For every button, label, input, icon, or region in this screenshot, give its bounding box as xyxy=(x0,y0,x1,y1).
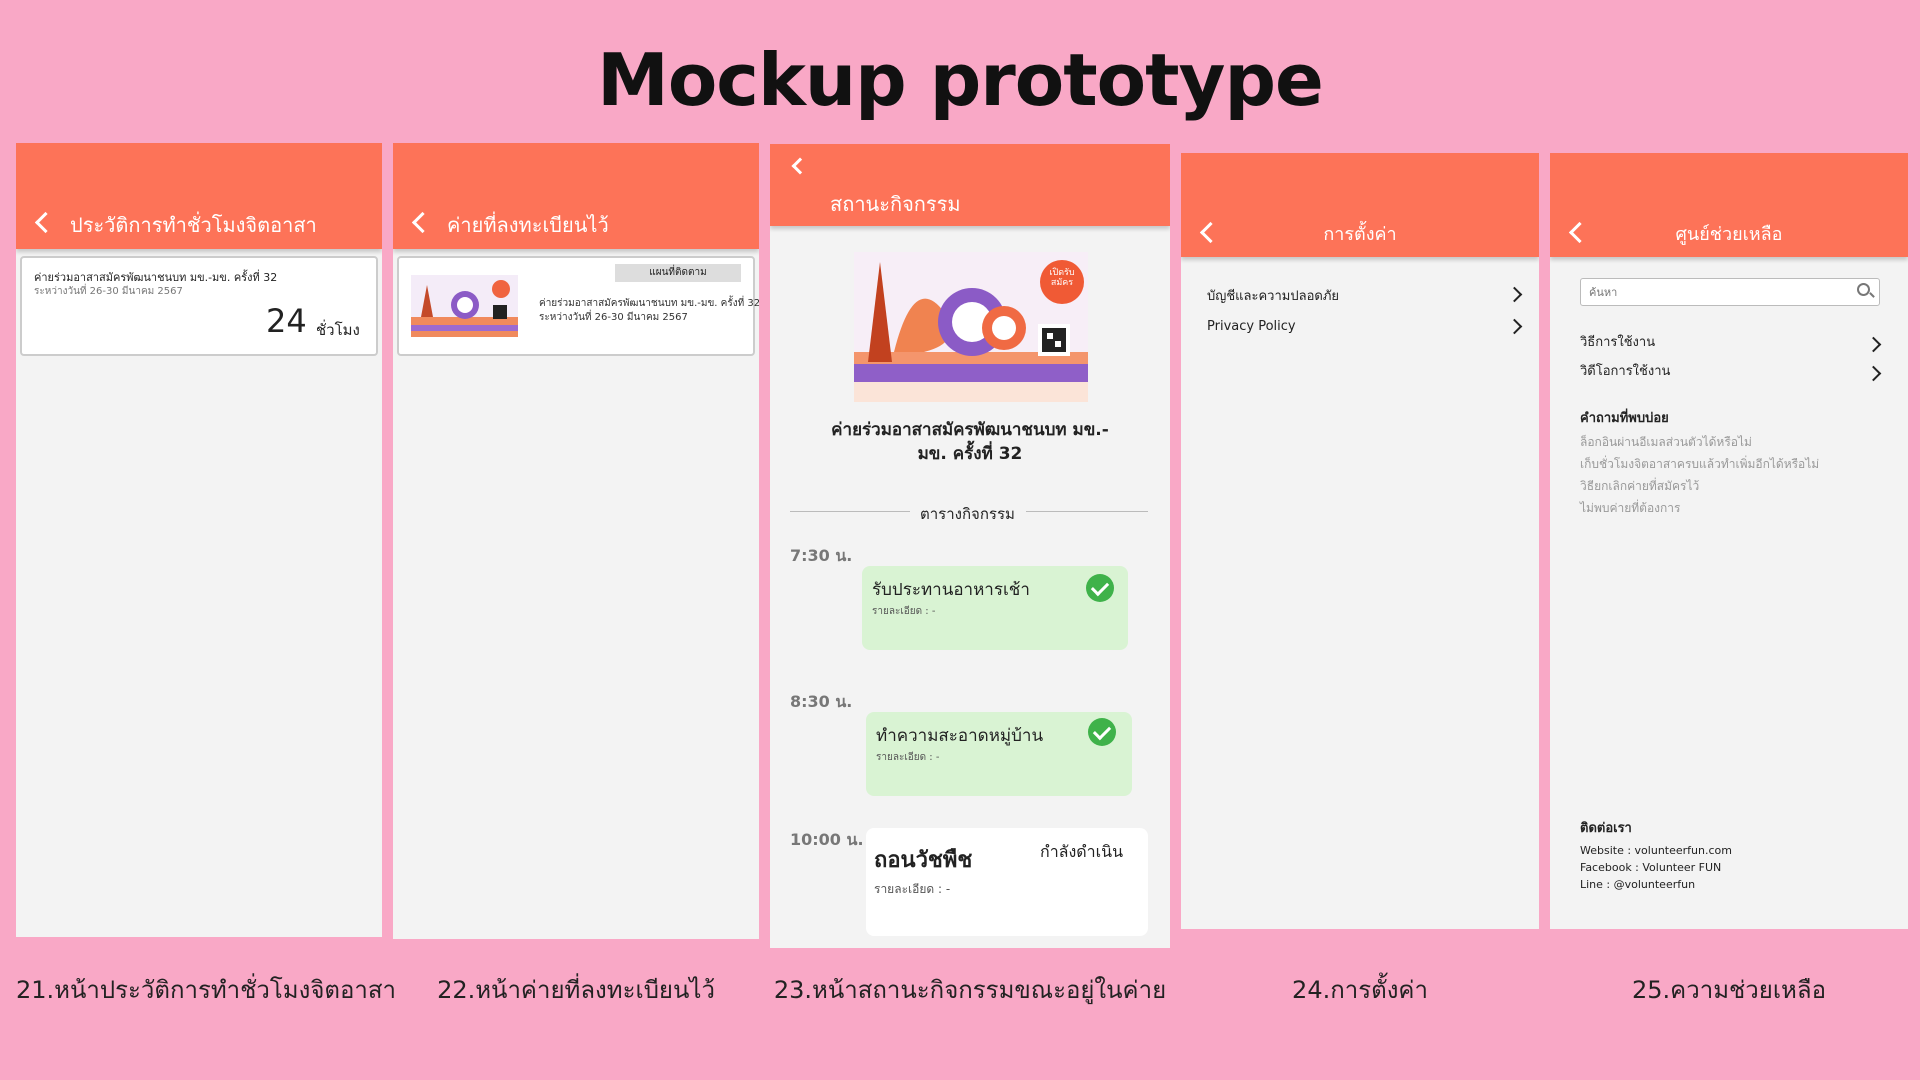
header-title: สถานะกิจกรรม xyxy=(830,192,961,216)
history-card[interactable]: ค่ายร่วมอาสาสมัครพัฒนาชนบท มข.-มข. ครั้ง… xyxy=(20,256,378,356)
header-title: ศูนย์ช่วยเหลือ xyxy=(1675,224,1783,245)
activity-title: ถอนวัชพืช xyxy=(874,848,973,873)
page-title: Mockup prototype xyxy=(597,38,1324,122)
registered-camp-card[interactable]: แผนที่ติดตาม ค่ายร่วมอาสาสมัครพัฒนาชนบท … xyxy=(397,256,759,356)
schedule-divider-right xyxy=(1026,511,1148,512)
chevron-right-icon xyxy=(1506,286,1523,303)
search-icon[interactable] xyxy=(1857,283,1870,296)
faq-item[interactable]: ล็อกอินผ่านอีเมลส่วนตัวได้หรือไม่ xyxy=(1580,433,1752,452)
camp-name: ค่ายร่วมอาสาสมัครพัฒนาชนบท มข.-มข. ครั้ง… xyxy=(539,298,759,309)
chevron-right-icon xyxy=(1865,336,1882,353)
contact-title: ติดต่อเรา xyxy=(1580,821,1632,836)
caption-screen-22: 22.หน้าค่ายที่ลงทะเบียนไว้ xyxy=(437,976,715,1004)
caption-screen-21: 21.หน้าประวัติการทำชั่วโมงจิตอาสา xyxy=(16,976,397,1004)
activity-card-done[interactable]: ทำความสะอาดหมู่บ้าน รายละเอียด : - xyxy=(866,712,1132,796)
hours-unit: ชั่วโมง xyxy=(316,321,360,339)
check-circle-icon xyxy=(1088,718,1116,746)
app-header: ค่ายที่ลงทะเบียนไว้ xyxy=(393,143,759,249)
back-arrow-icon[interactable] xyxy=(791,157,809,175)
screen-volunteer-history: ประวัติการทำชั่วโมงจิตอาสา ค่ายร่วมอาสาส… xyxy=(16,143,382,937)
faq-item[interactable]: วิธียกเลิกค่ายที่สมัครไว้ xyxy=(1580,477,1699,496)
activity-status: กำลังดำเนิน xyxy=(1040,842,1124,861)
help-item-label: วิดีโอการใช้งาน xyxy=(1580,364,1671,379)
contact-line[interactable]: Line : @volunteerfun xyxy=(1580,878,1695,891)
help-item-label: วิธีการใช้งาน xyxy=(1580,335,1656,350)
app-header: ศูนย์ช่วยเหลือ xyxy=(1550,153,1908,257)
caption-screen-23: 23.หน้าสถานะกิจกรรมขณะอยู่ในค่าย xyxy=(773,976,1167,1004)
settings-item[interactable]: Privacy Policy xyxy=(1181,311,1539,339)
screen-registered-camps: ค่ายที่ลงทะเบียนไว้ แผนที่ติดตาม ค่ายร่ว… xyxy=(393,143,759,939)
header-title: ประวัติการทำชั่วโมงจิตอาสา xyxy=(70,213,317,237)
caption-screen-25: 25.ความช่วยเหลือ xyxy=(1632,976,1826,1004)
faq-item[interactable]: เก็บชั่วโมงจิตอาสาครบแล้วทำเพิ่มอีกได้หร… xyxy=(1580,455,1819,474)
settings-item[interactable]: บัญชีและความปลอดภัย xyxy=(1181,279,1539,307)
camp-name-line1: ค่ายร่วมอาสาสมัครพัฒนาชนบท มข.- xyxy=(831,420,1109,440)
activity-card-current[interactable]: ถอนวัชพืช กำลังดำเนิน รายละเอียด : - xyxy=(866,828,1148,936)
activity-time: 10:00 น. xyxy=(790,830,864,849)
help-item[interactable]: วิธีการใช้งาน xyxy=(1550,329,1908,355)
search-icon-handle xyxy=(1869,292,1875,298)
activity-detail: รายละเอียด : - xyxy=(874,882,951,896)
camp-date: ระหว่างวันที่ 26-30 มีนาคม 2567 xyxy=(539,312,688,323)
screen-settings: การตั้งค่า บัญชีและความปลอดภัย Privacy P… xyxy=(1181,153,1539,929)
follow-map-badge[interactable]: แผนที่ติดตาม xyxy=(615,264,741,282)
header-title: การตั้งค่า xyxy=(1323,224,1397,245)
camp-name-line2: มข. ครั้งที่ 32 xyxy=(917,444,1023,464)
back-arrow-icon[interactable] xyxy=(411,211,434,234)
settings-item-label: บัญชีและความปลอดภัย xyxy=(1207,289,1339,304)
activity-time: 7:30 น. xyxy=(790,546,853,565)
chevron-right-icon xyxy=(1506,318,1523,335)
contact-website[interactable]: Website : volunteerfun.com xyxy=(1580,844,1732,857)
caption-screen-24: 24.การตั้งค่า xyxy=(1292,976,1428,1004)
schedule-divider-left xyxy=(790,511,910,512)
search-box xyxy=(1580,278,1880,306)
camp-date: ระหว่างวันที่ 26-30 มีนาคม 2567 xyxy=(34,286,183,297)
activity-card-done[interactable]: รับประทานอาหารเช้า รายละเอียด : - xyxy=(862,566,1128,650)
activity-title: ทำความสะอาดหมู่บ้าน xyxy=(876,726,1044,746)
app-header: ประวัติการทำชั่วโมงจิตอาสา xyxy=(16,143,382,249)
faq-item[interactable]: ไม่พบค่ายที่ต้องการ xyxy=(1580,499,1681,518)
app-header: สถานะกิจกรรม xyxy=(770,144,1170,226)
screen-activity-status: สถานะกิจกรรม เปิดรับสมัคร ค่ายร่วมอาสาสม… xyxy=(770,144,1170,948)
search-input[interactable] xyxy=(1587,283,1841,301)
settings-item-label: Privacy Policy xyxy=(1207,319,1296,334)
poster-badge: เปิดรับสมัคร xyxy=(1049,268,1075,288)
app-header: การตั้งค่า xyxy=(1181,153,1539,257)
chevron-right-icon xyxy=(1865,365,1882,382)
activity-time: 8:30 น. xyxy=(790,692,853,711)
header-title: ค่ายที่ลงทะเบียนไว้ xyxy=(447,213,609,237)
faq-title: คำถามที่พบบ่อย xyxy=(1580,411,1669,426)
activity-detail: รายละเอียด : - xyxy=(872,606,936,617)
screen-help-center: ศูนย์ช่วยเหลือ วิธีการใช้งาน วิดีโอการใช… xyxy=(1550,153,1908,929)
camp-poster: เปิดรับสมัคร xyxy=(854,252,1088,402)
hours-value: 24 xyxy=(266,302,307,340)
check-circle-icon xyxy=(1086,574,1114,602)
camp-poster-thumbnail xyxy=(411,275,518,337)
contact-facebook[interactable]: Facebook : Volunteer FUN xyxy=(1580,861,1721,874)
activity-title: รับประทานอาหารเช้า xyxy=(872,580,1030,600)
help-item[interactable]: วิดีโอการใช้งาน xyxy=(1550,358,1908,384)
activity-detail: รายละเอียด : - xyxy=(876,752,940,763)
back-arrow-icon[interactable] xyxy=(34,211,57,234)
schedule-label: ตารางกิจกรรม xyxy=(920,505,1015,523)
